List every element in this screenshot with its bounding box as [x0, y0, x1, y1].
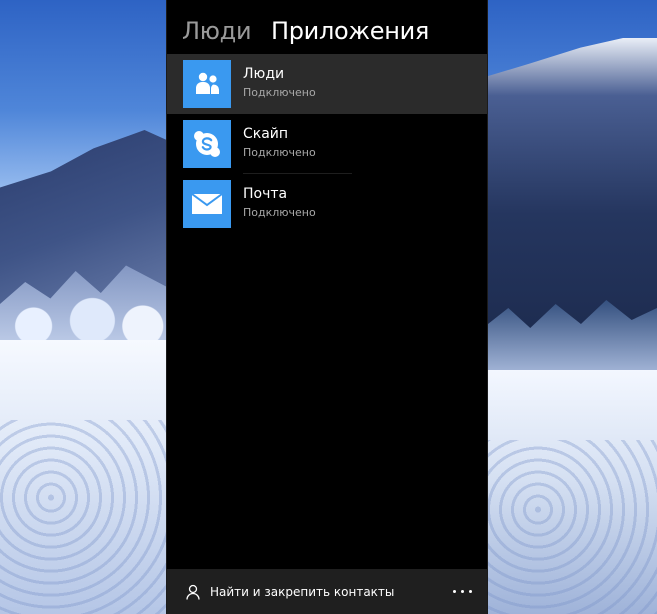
find-pin-contacts-label: Найти и закрепить контакты [210, 585, 395, 599]
panel-tabs: Люди Приложения [167, 0, 487, 54]
app-status: Подключено [243, 146, 316, 159]
mail-icon [183, 180, 231, 228]
app-name: Почта [243, 186, 288, 202]
people-icon [183, 60, 231, 108]
app-status: Подключено [243, 86, 316, 99]
skype-icon [183, 120, 231, 168]
app-item-mail[interactable]: Почта Подключено [167, 174, 487, 234]
person-icon [186, 584, 200, 600]
tab-people[interactable]: Люди [182, 14, 252, 48]
app-name: Скайп [243, 126, 289, 142]
apps-list: Люди Подключено Скайп Подключено Почта П… [167, 54, 487, 234]
app-status: Подключено [243, 206, 316, 219]
find-pin-contacts-button[interactable]: Найти и закрепить контакты [185, 582, 394, 602]
tab-apps[interactable]: Приложения [271, 14, 429, 48]
app-item-people[interactable]: Люди Подключено [167, 54, 487, 114]
more-dots-icon[interactable] [447, 581, 477, 601]
app-name: Люди [243, 66, 285, 82]
app-item-skype[interactable]: Скайп Подключено [167, 114, 487, 174]
people-apps-panel: Люди Приложения Люди Подключено Скайп По… [167, 0, 487, 614]
panel-footer: Найти и закрепить контакты [167, 569, 487, 614]
